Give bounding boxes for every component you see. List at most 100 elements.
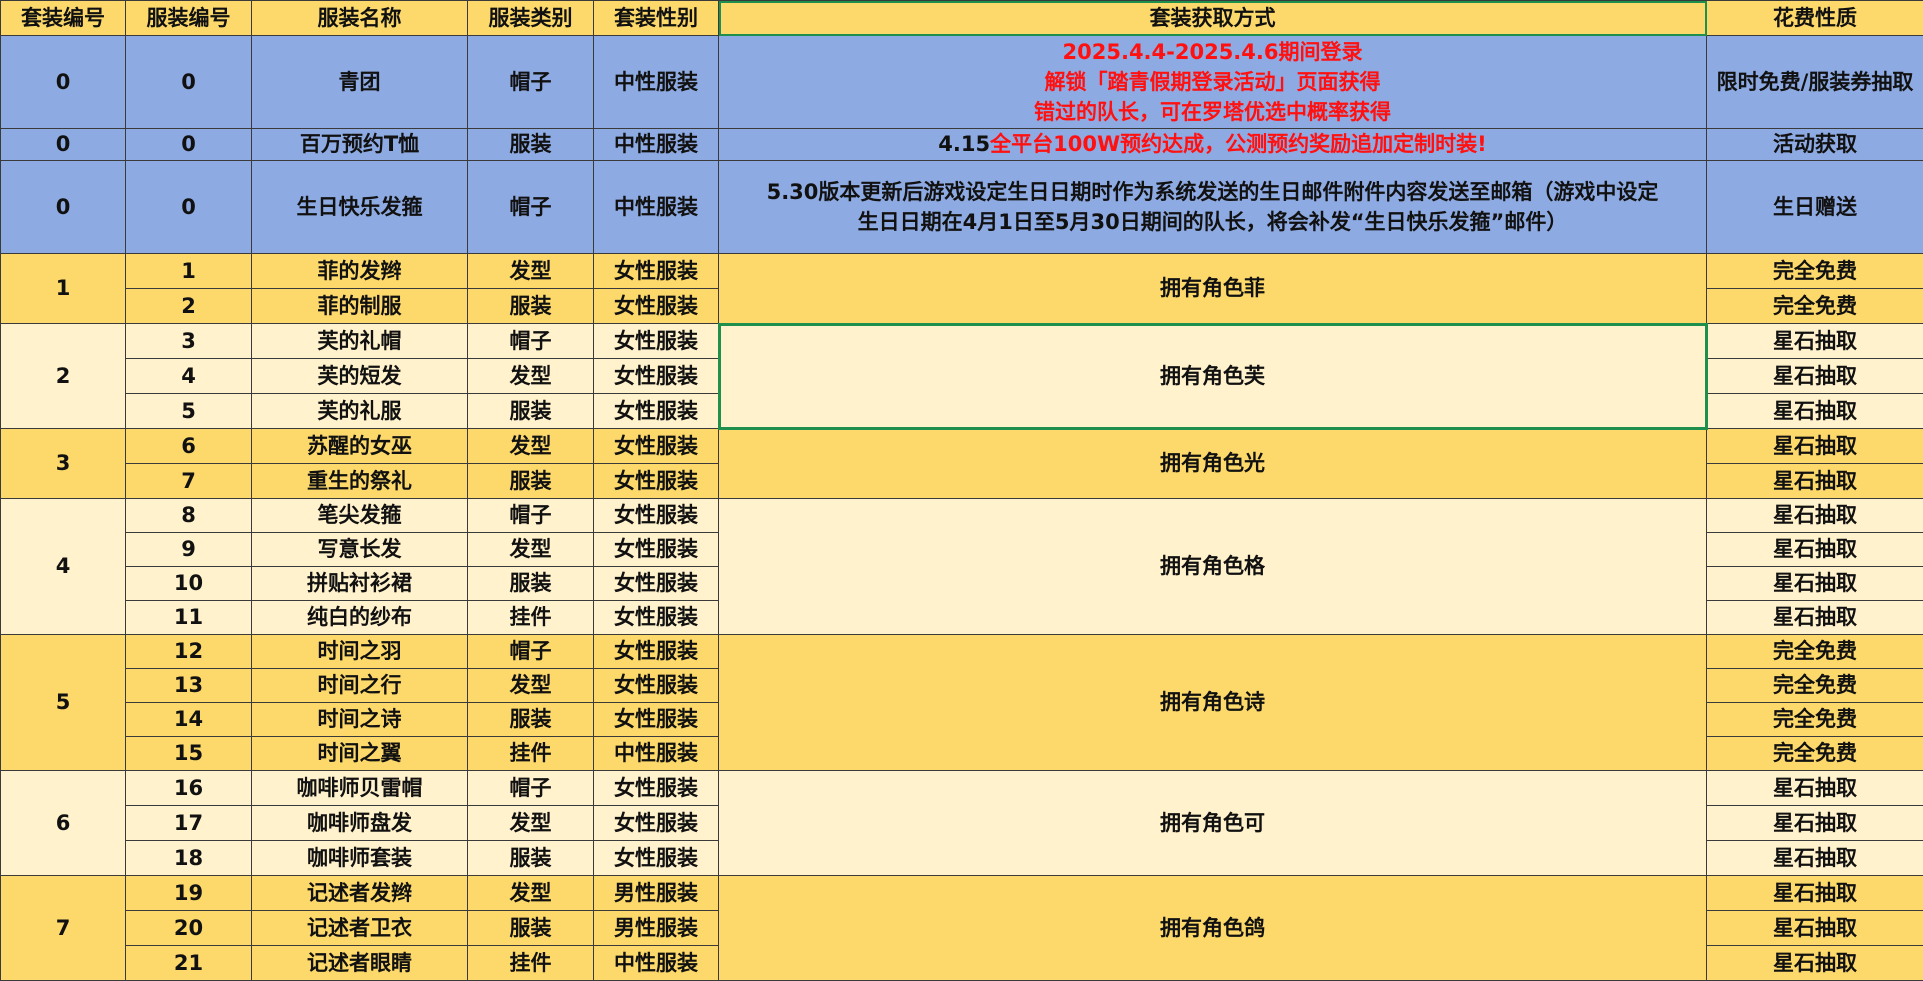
cell-item-no[interactable]: 4: [126, 359, 252, 394]
cell-item-name[interactable]: 菲的发辫: [252, 254, 468, 289]
cell-item-category[interactable]: 服装: [468, 567, 594, 601]
cell-suit-gender[interactable]: 中性服装: [594, 161, 719, 254]
cell-item-no[interactable]: 0: [126, 129, 252, 161]
cell-cost-type[interactable]: 完全免费: [1707, 254, 1923, 289]
cell-item-no[interactable]: 7: [126, 464, 252, 499]
cell-suit-gender[interactable]: 女性服装: [594, 601, 719, 635]
cell-item-no[interactable]: 0: [126, 36, 252, 129]
cell-acquire-method[interactable]: 拥有角色芙: [719, 324, 1707, 429]
cell-item-name[interactable]: 写意长发: [252, 533, 468, 567]
header-suit-no[interactable]: 套装编号: [1, 1, 126, 36]
cell-item-no[interactable]: 1: [126, 254, 252, 289]
cell-suit-no[interactable]: 3: [1, 429, 126, 499]
cell-cost-type[interactable]: 星石抽取: [1707, 806, 1923, 841]
cell-cost-type[interactable]: 星石抽取: [1707, 429, 1923, 464]
cell-item-no[interactable]: 12: [126, 635, 252, 669]
cell-item-category[interactable]: 挂件: [468, 946, 594, 981]
cell-acquire-method[interactable]: 拥有角色菲: [719, 254, 1707, 324]
cell-item-name[interactable]: 生日快乐发箍: [252, 161, 468, 254]
cell-item-category[interactable]: 服装: [468, 289, 594, 324]
cell-cost-type[interactable]: 完全免费: [1707, 703, 1923, 737]
cell-item-no[interactable]: 16: [126, 771, 252, 806]
cell-item-name[interactable]: 时间之羽: [252, 635, 468, 669]
cell-suit-gender[interactable]: 女性服装: [594, 394, 719, 429]
cell-item-category[interactable]: 发型: [468, 254, 594, 289]
cell-suit-no[interactable]: 0: [1, 129, 126, 161]
cell-suit-no[interactable]: 2: [1, 324, 126, 429]
cell-suit-gender[interactable]: 女性服装: [594, 499, 719, 533]
cell-item-category[interactable]: 服装: [468, 703, 594, 737]
cell-item-category[interactable]: 发型: [468, 806, 594, 841]
header-suit-gender[interactable]: 套装性别: [594, 1, 719, 36]
cell-item-no[interactable]: 14: [126, 703, 252, 737]
cell-item-no[interactable]: 21: [126, 946, 252, 981]
cell-suit-no[interactable]: 6: [1, 771, 126, 876]
cell-suit-gender[interactable]: 女性服装: [594, 635, 719, 669]
cell-cost-type[interactable]: 完全免费: [1707, 669, 1923, 703]
cell-item-category[interactable]: 帽子: [468, 499, 594, 533]
cell-item-name[interactable]: 笔尖发箍: [252, 499, 468, 533]
cell-suit-gender[interactable]: 女性服装: [594, 324, 719, 359]
header-cost-type[interactable]: 花费性质: [1707, 1, 1923, 36]
cell-cost-type[interactable]: 完全免费: [1707, 635, 1923, 669]
cell-suit-gender[interactable]: 女性服装: [594, 771, 719, 806]
cell-cost-type[interactable]: 星石抽取: [1707, 464, 1923, 499]
cell-item-no[interactable]: 9: [126, 533, 252, 567]
cell-suit-gender[interactable]: 女性服装: [594, 567, 719, 601]
header-item-category[interactable]: 服装类别: [468, 1, 594, 36]
cell-suit-gender[interactable]: 女性服装: [594, 806, 719, 841]
cell-item-category[interactable]: 服装: [468, 841, 594, 876]
cell-item-name[interactable]: 芙的礼帽: [252, 324, 468, 359]
cell-item-name[interactable]: 芙的短发: [252, 359, 468, 394]
cell-item-category[interactable]: 服装: [468, 911, 594, 946]
cell-item-category[interactable]: 服装: [468, 129, 594, 161]
cell-suit-gender[interactable]: 女性服装: [594, 359, 719, 394]
cell-suit-no[interactable]: 5: [1, 635, 126, 771]
cell-item-name[interactable]: 咖啡师套装: [252, 841, 468, 876]
cell-suit-gender[interactable]: 中性服装: [594, 946, 719, 981]
cell-item-name[interactable]: 时间之诗: [252, 703, 468, 737]
cell-item-no[interactable]: 11: [126, 601, 252, 635]
cell-cost-type[interactable]: 星石抽取: [1707, 324, 1923, 359]
cell-item-name[interactable]: 记述者发辫: [252, 876, 468, 911]
cell-item-category[interactable]: 帽子: [468, 635, 594, 669]
cell-item-no[interactable]: 19: [126, 876, 252, 911]
cell-cost-type[interactable]: 星石抽取: [1707, 841, 1923, 876]
cell-suit-gender[interactable]: 中性服装: [594, 36, 719, 129]
cell-suit-no[interactable]: 1: [1, 254, 126, 324]
cell-cost-type[interactable]: 星石抽取: [1707, 359, 1923, 394]
cell-item-category[interactable]: 挂件: [468, 601, 594, 635]
cell-item-name[interactable]: 咖啡师贝雷帽: [252, 771, 468, 806]
cell-item-no[interactable]: 13: [126, 669, 252, 703]
cell-acquire-method[interactable]: 拥有角色可: [719, 771, 1707, 876]
cell-item-category[interactable]: 帽子: [468, 771, 594, 806]
cell-suit-no[interactable]: 7: [1, 876, 126, 981]
cell-item-name[interactable]: 重生的祭礼: [252, 464, 468, 499]
cell-cost-type[interactable]: 限时免费/服装券抽取: [1707, 36, 1923, 129]
cell-item-name[interactable]: 苏醒的女巫: [252, 429, 468, 464]
cell-acquire-method[interactable]: 拥有角色诗: [719, 635, 1707, 771]
cell-suit-no[interactable]: 0: [1, 36, 126, 129]
cell-item-name[interactable]: 时间之翼: [252, 737, 468, 771]
cell-acquire-method[interactable]: 5.30版本更新后游戏设定生日日期时作为系统发送的生日邮件附件内容发送至邮箱（游…: [719, 161, 1707, 254]
header-item-name[interactable]: 服装名称: [252, 1, 468, 36]
cell-item-category[interactable]: 发型: [468, 429, 594, 464]
cell-item-category[interactable]: 发型: [468, 533, 594, 567]
cell-item-name[interactable]: 芙的礼服: [252, 394, 468, 429]
cell-suit-gender[interactable]: 女性服装: [594, 703, 719, 737]
cell-cost-type[interactable]: 星石抽取: [1707, 394, 1923, 429]
cell-cost-type[interactable]: 完全免费: [1707, 737, 1923, 771]
cell-cost-type[interactable]: 生日赠送: [1707, 161, 1923, 254]
cell-item-no[interactable]: 0: [126, 161, 252, 254]
cell-acquire-method[interactable]: 2025.4.4-2025.4.6期间登录 解锁「踏青假期登录活动」页面获得 错…: [719, 36, 1707, 129]
cell-item-name[interactable]: 记述者卫衣: [252, 911, 468, 946]
cell-item-name[interactable]: 拼贴衬衫裙: [252, 567, 468, 601]
cell-item-no[interactable]: 3: [126, 324, 252, 359]
cell-cost-type[interactable]: 星石抽取: [1707, 911, 1923, 946]
cell-acquire-method[interactable]: 拥有角色鸽: [719, 876, 1707, 981]
cell-item-no[interactable]: 15: [126, 737, 252, 771]
cell-suit-gender[interactable]: 女性服装: [594, 254, 719, 289]
cell-item-category[interactable]: 服装: [468, 394, 594, 429]
cell-item-no[interactable]: 10: [126, 567, 252, 601]
cell-suit-gender[interactable]: 中性服装: [594, 129, 719, 161]
